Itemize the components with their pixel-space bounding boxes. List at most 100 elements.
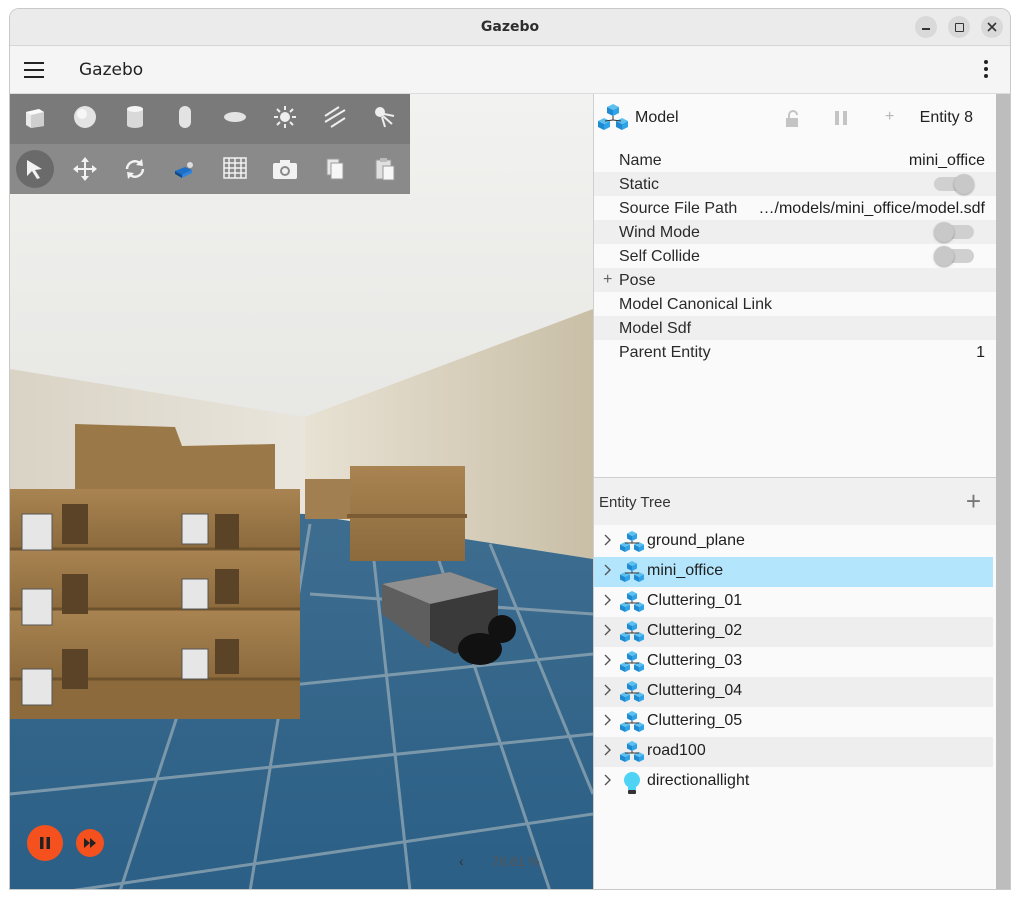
spot-light-tool-button[interactable] [360, 94, 410, 140]
copy-button[interactable] [310, 146, 360, 192]
ellipsoid-icon [224, 112, 246, 122]
spot-light-icon [375, 107, 395, 128]
cylinder-icon [127, 106, 143, 128]
maximize-button[interactable] [948, 16, 970, 38]
property-toggle[interactable] [934, 246, 974, 266]
entity-tree-item[interactable]: Cluttering_03 [594, 647, 993, 677]
box-tool-button[interactable] [10, 94, 60, 140]
stats-expand-chevron-icon[interactable]: ‹ [459, 853, 464, 869]
chevron-right-icon[interactable] [604, 744, 612, 759]
entity-name: Cluttering_04 [647, 682, 743, 699]
chevron-right-icon[interactable] [604, 594, 612, 609]
entity-tree-item[interactable]: road100 [594, 737, 993, 767]
entity-tree-item[interactable]: mini_office [594, 557, 993, 587]
entity-id-label: Entity 8 [919, 109, 973, 126]
snap-tool-button[interactable] [160, 146, 210, 192]
entity-tree-item[interactable]: directionallight [594, 767, 993, 797]
close-button[interactable] [981, 16, 1003, 38]
chevron-right-icon[interactable] [604, 534, 612, 549]
chevron-right-icon[interactable] [604, 564, 612, 579]
app-bar: Gazebo [10, 46, 1010, 94]
transform-toolbar-row [10, 144, 410, 194]
chevron-right-icon[interactable] [604, 774, 612, 789]
sphere-tool-button[interactable] [60, 94, 110, 140]
box-icon [26, 109, 44, 128]
scene-render [10, 94, 593, 889]
scene-3d-viewport[interactable]: ‹ 76.61 % [10, 94, 593, 889]
property-toggle[interactable] [934, 174, 974, 194]
toggle-knob [954, 174, 974, 194]
expand-plus-icon[interactable]: + [603, 271, 612, 289]
property-key: Static [619, 176, 660, 193]
grid-config-button[interactable] [210, 146, 260, 192]
translate-tool-button[interactable] [60, 146, 110, 192]
toggle-knob [934, 246, 954, 266]
entity-name: Cluttering_02 [647, 622, 743, 639]
app-title: Gazebo [79, 60, 144, 80]
pause-button[interactable] [27, 825, 63, 861]
screenshot-button[interactable] [260, 146, 310, 192]
chevron-right-icon[interactable] [604, 654, 612, 669]
property-toggle[interactable] [934, 222, 974, 242]
property-row: Wind Mode [594, 220, 997, 244]
property-row: Model Canonical Link [594, 292, 997, 316]
chevron-right-icon[interactable] [604, 624, 612, 639]
minimize-icon [922, 28, 930, 30]
chevron-right-icon[interactable] [604, 714, 612, 729]
panel-scrollbar[interactable] [996, 94, 1010, 889]
close-icon [987, 22, 997, 32]
grid-icon [223, 157, 247, 179]
rotate-icon [125, 159, 145, 179]
entity-tree-item[interactable]: Cluttering_02 [594, 617, 993, 647]
add-entity-button[interactable]: + [966, 486, 981, 517]
light-bulb-icon [619, 770, 645, 801]
entity-name: road100 [647, 742, 706, 759]
directional-light-icon [324, 106, 346, 128]
property-key: Pose [619, 272, 656, 289]
entity-name: mini_office [647, 562, 724, 579]
model-icon [619, 560, 645, 589]
select-tool-button[interactable] [16, 150, 54, 188]
paste-button[interactable] [360, 146, 410, 192]
hamburger-menu-icon[interactable] [24, 62, 44, 78]
entity-tree-item[interactable]: Cluttering_01 [594, 587, 993, 617]
step-forward-button[interactable] [76, 829, 104, 857]
window-title: Gazebo [480, 19, 540, 35]
unlock-icon[interactable] [784, 110, 800, 128]
property-value: mini_office [908, 152, 985, 169]
pause-updates-icon[interactable] [833, 110, 849, 126]
capsule-tool-button[interactable] [160, 94, 210, 140]
property-key: Source File Path [619, 200, 738, 217]
chevron-right-icon[interactable] [604, 684, 612, 699]
toggle-knob [934, 222, 954, 242]
model-icon [619, 680, 645, 709]
entity-tree-title: Entity Tree [599, 494, 671, 511]
model-icon [619, 710, 645, 739]
kebab-menu-icon[interactable] [984, 60, 990, 80]
point-light-tool-button[interactable] [260, 94, 310, 140]
model-icon [619, 740, 645, 769]
property-row[interactable]: + Pose [594, 268, 997, 292]
translate-icon [73, 157, 97, 181]
entity-tree-item[interactable]: ground_plane [594, 527, 993, 557]
model-icon [619, 650, 645, 679]
property-key: Self Collide [619, 248, 700, 265]
entity-tree-item[interactable]: Cluttering_04 [594, 677, 993, 707]
add-component-button[interactable]: + [885, 108, 894, 126]
directional-light-tool-button[interactable] [310, 94, 360, 140]
scene-toolbar [10, 94, 410, 194]
property-row: Source File Path …/models/mini_office/mod… [594, 196, 997, 220]
entity-tree-item[interactable]: Cluttering_05 [594, 707, 993, 737]
rotate-tool-button[interactable] [110, 146, 160, 192]
paste-icon [375, 158, 395, 181]
maximize-icon [954, 22, 964, 32]
property-row: Self Collide [594, 244, 997, 268]
minimize-button[interactable] [915, 16, 937, 38]
property-key: Name [619, 152, 662, 169]
copy-icon [326, 158, 344, 180]
property-key: Wind Mode [619, 224, 700, 241]
ellipsoid-tool-button[interactable] [210, 94, 260, 140]
window-titlebar[interactable]: Gazebo [10, 9, 1010, 46]
entity-name: Cluttering_05 [647, 712, 743, 729]
cylinder-tool-button[interactable] [110, 94, 160, 140]
